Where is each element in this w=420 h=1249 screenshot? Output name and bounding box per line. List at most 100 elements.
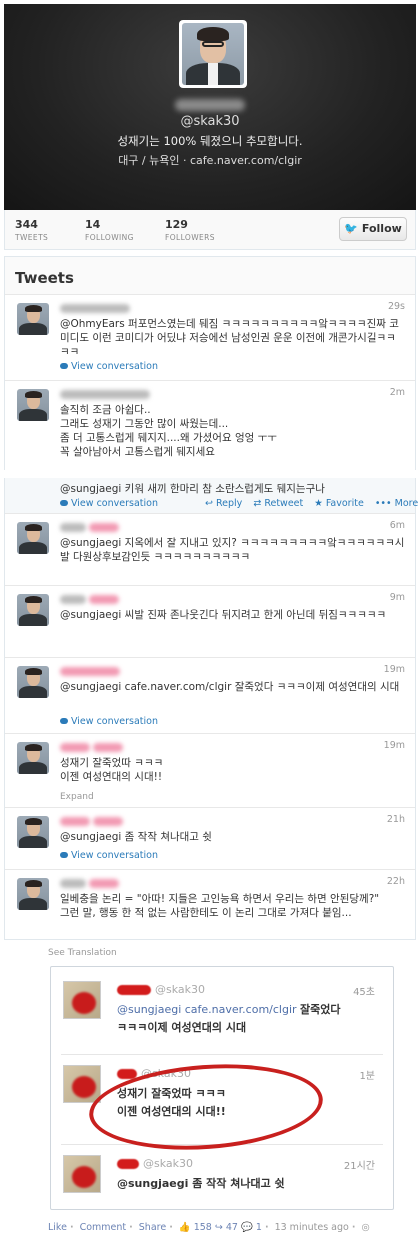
tweets-title: Tweets [5, 257, 415, 295]
avatar [63, 1155, 101, 1193]
tweet-time[interactable]: 19m [384, 664, 405, 675]
share-link[interactable]: Share [139, 1222, 166, 1233]
tweet-item[interactable]: 29s @OhmyEars 퍼포먼스였는데 뒈짐 ㅋㅋㅋㅋㅋㅋㅋㅋㅋㅋ앜ㅋㅋㅋㅋ… [5, 295, 415, 381]
avatar [63, 1065, 101, 1103]
fb-time: 45초 [353, 987, 375, 998]
view-conversation-link[interactable]: View conversation [60, 850, 158, 861]
tweet-time[interactable]: 2m [390, 387, 405, 398]
tweet-text: 솔직히 조금 아쉽다.. 그래도 성재기 그동안 많이 싸웠는데... 좀 더 … [60, 404, 277, 458]
like-count[interactable]: 158 [194, 1222, 212, 1233]
follow-button[interactable]: 🐦 Follow [339, 217, 407, 241]
fb-time: 21시간 [343, 1161, 375, 1172]
comment-count[interactable]: 1 [256, 1222, 262, 1233]
tweet-item[interactable]: 22h 일베충을 논리 = "아따! 지들은 고인능욕 하면서 우리는 하면 안… [5, 870, 415, 938]
speech-bubble-icon [60, 363, 68, 369]
fb-link[interactable]: @sungjaegi cafe.naver.com/clgir [117, 1003, 297, 1016]
tweet-author[interactable] [60, 814, 123, 827]
tweet-author[interactable] [60, 740, 123, 753]
profile-location: 대구 / 뉴욕인 [118, 154, 180, 167]
stat-followers[interactable]: 129 FOLLOWERS [165, 218, 215, 242]
tweet-text: @sungjaegi 키워 새끼 한마리 참 소란스럽게도 뒈지는구나 [60, 483, 325, 495]
tweet-item[interactable]: 21h @sungjaegi 좀 작작 쳐나대고 쉿 View conversa… [5, 808, 415, 870]
tweet-time[interactable]: 6m [390, 520, 405, 531]
tweet-author[interactable] [60, 876, 119, 889]
comment-icon: 💬 [241, 1222, 253, 1233]
tweet-author[interactable] [60, 664, 120, 677]
post-time[interactable]: 13 minutes ago [275, 1222, 349, 1233]
tweet-text: @sungjaegi 씨발 진짜 존나웃긴다 뒤지려고 한게 아닌데 뒤짐ㅋㅋㅋ… [60, 609, 387, 621]
avatar [63, 981, 101, 1019]
retweet-button[interactable]: ⇄ Retweet [253, 498, 303, 509]
thumbs-up-icon: 👍 [178, 1222, 191, 1233]
fb-text: @sungjaegi 좀 작작 쳐나대고 쉿 [117, 1177, 285, 1190]
tweet-text: @OhmyEars 퍼포먼스였는데 뒈짐 ㅋㅋㅋㅋㅋㅋㅋㅋㅋㅋ앜ㅋㅋㅋㅋ진짜 코… [60, 318, 399, 358]
tweet-text: 일베충을 논리 = "아따! 지들은 고인능욕 하면서 우리는 하면 안된당께?… [60, 893, 380, 919]
profile-bio: 성재기는 100% 뒈졌으니 추모합니다. [117, 134, 303, 148]
profile-location-line: 대구 / 뉴욕인 · cafe.naver.com/clgir [118, 154, 302, 167]
share-icon: ↪ [214, 1222, 223, 1233]
tweet-item[interactable]: 9m @sungjaegi 씨발 진짜 존나웃긴다 뒤지려고 한게 아닌데 뒤짐… [5, 586, 415, 658]
fb-tweet-item[interactable]: @skak30 45초 @sungjaegi cafe.naver.com/cl… [61, 975, 383, 1055]
favorite-button[interactable]: ★ Favorite [314, 498, 364, 509]
view-conversation-link[interactable]: View conversation [60, 361, 158, 372]
avatar[interactable] [17, 742, 49, 774]
avatar[interactable] [17, 878, 49, 910]
tweet-item[interactable]: 19m @sungjaegi cafe.naver.com/clgir 잘죽었다… [5, 658, 415, 734]
like-link[interactable]: Like [48, 1222, 67, 1233]
fb-footer: Like · Comment · Share · 👍 158 ↪ 47 💬 1 · 13… [48, 1222, 370, 1233]
see-translation-link[interactable]: See Translation [48, 948, 117, 958]
globe-icon: ◎ [361, 1222, 370, 1233]
fb-tweet-item[interactable]: @skak30 21시간 @sungjaegi 좀 작작 쳐나대고 쉿 [61, 1149, 383, 1207]
tweet-item[interactable]: 19m 성재기 잘죽었따 ㅋㅋㅋ 이젠 여성연대의 시대!! Expand [5, 734, 415, 808]
speech-bubble-icon [60, 718, 68, 724]
speech-bubble-icon [60, 500, 68, 506]
stats-bar: 344 TWEETS 14 FOLLOWING 129 FOLLOWERS 🐦 F… [4, 210, 416, 250]
tweet-author[interactable] [60, 387, 150, 400]
tweet-time[interactable]: 9m [390, 592, 405, 603]
tweet-text: @sungjaegi 지옥에서 잘 지내고 있지? ㅋㅋㅋㅋㅋㅋㅋㅋㅋ앜ㅋㅋㅋㅋ… [60, 537, 405, 563]
facebook-embed: @skak30 45초 @sungjaegi cafe.naver.com/cl… [50, 966, 394, 1210]
tweet-text: @sungjaegi cafe.naver.com/clgir 잘죽었다 ㅋㅋㅋ… [60, 681, 400, 693]
avatar[interactable] [17, 594, 49, 626]
tweet-text: @sungjaegi 좀 작작 쳐나대고 쉿 [60, 831, 212, 843]
twitter-bird-icon: 🐦 [344, 222, 358, 235]
more-button[interactable]: ••• More [375, 498, 418, 509]
fb-author: @skak30 [117, 983, 205, 996]
fb-time: 1분 [359, 1071, 375, 1082]
avatar[interactable] [17, 303, 49, 335]
fb-text: @sungjaegi cafe.naver.com/clgir 잘죽었다 ㅋㅋㅋ… [117, 1003, 341, 1034]
stat-following[interactable]: 14 FOLLOWING [85, 218, 134, 242]
tweet-time[interactable]: 29s [388, 301, 405, 312]
tweet-item[interactable]: 2m 솔직히 조금 아쉽다.. 그래도 성재기 그동안 많이 싸웠는데... 좀… [5, 381, 415, 471]
tweet-author[interactable] [60, 592, 119, 605]
profile-link[interactable]: cafe.naver.com/clgir [190, 154, 302, 167]
tweet-text: 성재기 잘죽었따 ㅋㅋㅋ 이젠 여성연대의 시대!! [60, 757, 164, 783]
avatar[interactable] [17, 389, 49, 421]
fb-author: @skak30 [117, 1157, 193, 1170]
view-conversation-link[interactable]: View conversation [60, 498, 158, 509]
tweet-author[interactable] [60, 301, 130, 314]
expand-link[interactable]: Expand [60, 792, 94, 802]
avatar[interactable] [17, 816, 49, 848]
tweet-author[interactable] [60, 520, 119, 533]
avatar[interactable] [17, 522, 49, 554]
profile-avatar[interactable] [179, 20, 247, 88]
stat-tweets[interactable]: 344 TWEETS [15, 218, 48, 242]
tweet-item[interactable]: @sungjaegi 키워 새끼 한마리 참 소란스럽게도 뒈지는구나 View… [5, 478, 418, 514]
tweet-actions: ↩ Reply ⇄ Retweet ★ Favorite ••• More [205, 498, 420, 509]
reply-button[interactable]: ↩ Reply [205, 498, 242, 509]
speech-bubble-icon [60, 852, 68, 858]
tweets-panel-continued: @sungjaegi 키워 새끼 한마리 참 소란스럽게도 뒈지는구나 View… [4, 478, 418, 940]
tweet-time[interactable]: 22h [387, 876, 405, 887]
share-count[interactable]: 47 [226, 1222, 238, 1233]
profile-handle: @skak30 [180, 114, 240, 129]
comment-link[interactable]: Comment [80, 1222, 127, 1233]
tweets-panel: Tweets 29s @OhmyEars 퍼포먼스였는데 뒈짐 ㅋㅋㅋㅋㅋㅋㅋㅋ… [4, 256, 416, 470]
tweet-time[interactable]: 19m [384, 740, 405, 751]
profile-name [4, 94, 416, 113]
view-conversation-link[interactable]: View conversation [60, 716, 158, 727]
tweet-time[interactable]: 21h [387, 814, 405, 825]
avatar[interactable] [17, 666, 49, 698]
tweet-item[interactable]: 6m @sungjaegi 지옥에서 잘 지내고 있지? ㅋㅋㅋㅋㅋㅋㅋㅋㅋ앜ㅋ… [5, 514, 415, 586]
profile-header: @skak30 성재기는 100% 뒈졌으니 추모합니다. 대구 / 뉴욕인 ·… [4, 4, 416, 210]
